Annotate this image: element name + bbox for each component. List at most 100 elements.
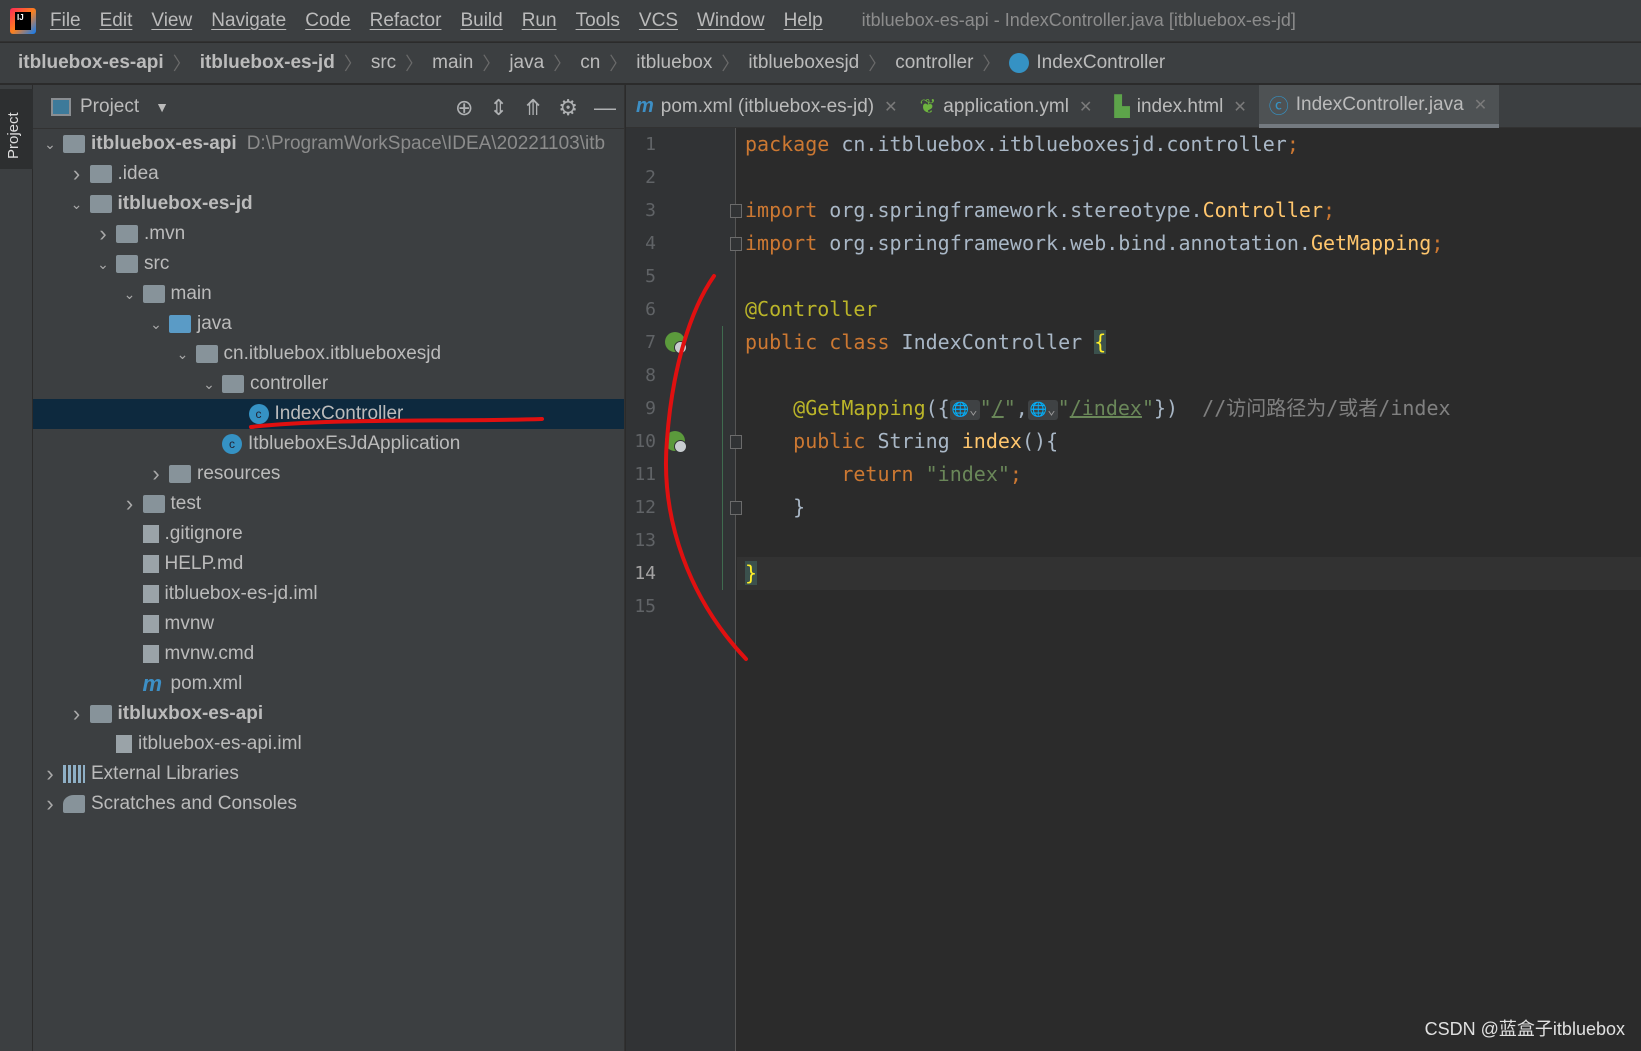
- tree-item[interactable]: ⌄ cn.itbluebox.itblueboxesjd: [33, 339, 624, 369]
- watermark: CSDN @蓝盒子itbluebox: [1424, 1019, 1625, 1039]
- tree-item[interactable]: ⌄ itbluebox-es-jd: [33, 189, 624, 219]
- code-line: public String index(){: [745, 425, 1058, 458]
- breadcrumb-item[interactable]: java: [509, 52, 544, 74]
- menu-build[interactable]: Build: [460, 10, 502, 32]
- line-number: 13: [634, 530, 656, 551]
- close-icon[interactable]: ✕: [884, 97, 897, 117]
- chevron-right-icon[interactable]: ›: [64, 701, 90, 727]
- intellij-logo: IJ: [10, 7, 36, 34]
- menu-view[interactable]: View: [151, 10, 192, 32]
- locate-icon[interactable]: ⊕: [455, 95, 473, 121]
- breadcrumb-item[interactable]: itbluebox: [636, 52, 712, 74]
- project-view-selector[interactable]: Project: [80, 96, 139, 118]
- tree-item[interactable]: ⌄ controller: [33, 369, 624, 399]
- chevron-down-icon[interactable]: ⌄: [37, 136, 63, 153]
- fold-marker-icon[interactable]: [730, 204, 742, 218]
- tree-item[interactable]: .gitignore: [33, 519, 624, 549]
- tree-item[interactable]: › .idea: [33, 159, 624, 189]
- fold-marker-icon[interactable]: [730, 435, 742, 449]
- tab-application-yml[interactable]: ❦ application.yml ✕: [910, 85, 1105, 128]
- code-line: import org.springframework.web.bind.anno…: [745, 227, 1443, 260]
- tree-item[interactable]: itbluebox-es-api.iml: [33, 729, 624, 759]
- project-panel-header: Project ▼ ⊕ ⇕ ⤊ ⚙ —: [33, 85, 624, 129]
- breadcrumb-item[interactable]: cn: [580, 52, 600, 74]
- menu-tools[interactable]: Tools: [576, 10, 620, 32]
- collapse-all-icon[interactable]: ⤊: [524, 95, 542, 121]
- breadcrumb-item[interactable]: controller: [895, 52, 973, 74]
- tab-indexcontroller-java[interactable]: ⓒ IndexController.java ✕: [1258, 85, 1500, 128]
- menu-refactor[interactable]: Refactor: [370, 10, 442, 32]
- spring-bean-icon[interactable]: [665, 332, 687, 354]
- breadcrumb-item[interactable]: itblueboxesjd: [748, 52, 859, 74]
- tree-item[interactable]: mvnw.cmd: [33, 639, 624, 669]
- breadcrumb-item[interactable]: main: [432, 52, 473, 74]
- tree-item[interactable]: ⌄ java: [33, 309, 624, 339]
- tree-item-label: controller: [250, 373, 329, 394]
- globe-endpoint-icon[interactable]: 🌐⌄: [1027, 399, 1058, 420]
- tree-item[interactable]: › Scratches and Consoles: [33, 789, 624, 819]
- url-link[interactable]: /index: [1070, 396, 1142, 420]
- tree-item[interactable]: c IndexController: [33, 399, 624, 429]
- tree-item[interactable]: HELP.md: [33, 549, 624, 579]
- chevron-right-icon[interactable]: ›: [64, 161, 90, 187]
- tree-item[interactable]: › .mvn: [33, 219, 624, 249]
- close-icon[interactable]: ✕: [1233, 97, 1246, 117]
- chevron-right-icon[interactable]: ›: [37, 761, 63, 787]
- chevron-down-icon[interactable]: ⌄: [117, 286, 143, 303]
- menu-run[interactable]: Run: [522, 10, 557, 32]
- tree-item[interactable]: m pom.xml: [33, 669, 624, 699]
- chevron-right-icon[interactable]: ›: [37, 791, 63, 817]
- tab-pom-xml[interactable]: m pom.xml (itbluebox-es-jd) ✕: [626, 85, 910, 128]
- tree-item[interactable]: › itbluxbox-es-api: [33, 699, 624, 729]
- chevron-right-icon[interactable]: ›: [117, 491, 143, 517]
- line-number: 2: [645, 167, 656, 188]
- tree-item[interactable]: c ItblueboxEsJdApplication: [33, 429, 624, 459]
- module-icon: [89, 705, 112, 723]
- tree-item[interactable]: › test: [33, 489, 624, 519]
- tree-item[interactable]: ⌄ itbluebox-es-api D:\ProgramWorkSpace\IDE…: [33, 129, 624, 159]
- tree-item[interactable]: ⌄ main: [33, 279, 624, 309]
- breadcrumb-item[interactable]: itbluebox-es-jd: [200, 52, 335, 74]
- tree-item[interactable]: mvnw: [33, 609, 624, 639]
- tab-index-html[interactable]: ▙ index.html ✕: [1104, 85, 1258, 128]
- breadcrumb-item[interactable]: src: [371, 52, 396, 74]
- menu-code[interactable]: Code: [305, 10, 350, 32]
- chevron-down-icon[interactable]: ⌄: [64, 196, 90, 213]
- menu-vcs[interactable]: VCS: [639, 10, 678, 32]
- gear-icon[interactable]: ⚙: [558, 95, 578, 121]
- script-icon: [142, 615, 159, 633]
- url-link[interactable]: /: [992, 396, 1004, 420]
- code-line: package cn.itbluebox.itblueboxesjd.contr…: [745, 128, 1299, 161]
- chevron-right-icon[interactable]: ›: [90, 221, 116, 247]
- menu-file[interactable]: File: [50, 10, 81, 32]
- chevron-down-icon[interactable]: ⌄: [90, 256, 116, 273]
- hide-icon[interactable]: —: [594, 95, 616, 121]
- fold-marker-icon[interactable]: [730, 237, 742, 251]
- breadcrumb-item[interactable]: itbluebox-es-api: [18, 52, 164, 74]
- tree-item-label: src: [144, 253, 170, 274]
- tree-item[interactable]: itbluebox-es-jd.iml: [33, 579, 624, 609]
- line-number: 8: [645, 365, 656, 386]
- menu-navigate[interactable]: Navigate: [211, 10, 286, 32]
- chevron-right-icon[interactable]: ›: [143, 461, 169, 487]
- tree-item[interactable]: › External Libraries: [33, 759, 624, 789]
- spring-request-mapping-icon[interactable]: [665, 431, 687, 453]
- menu-edit[interactable]: Edit: [100, 10, 133, 32]
- close-icon[interactable]: ✕: [1474, 95, 1487, 115]
- file-icon: [142, 585, 159, 603]
- fold-marker-icon[interactable]: [730, 501, 742, 515]
- expand-all-icon[interactable]: ⇕: [489, 95, 507, 121]
- globe-endpoint-icon[interactable]: 🌐⌄: [949, 399, 980, 420]
- tree-item[interactable]: › resources: [33, 459, 624, 489]
- tree-item[interactable]: ⌄ src: [33, 249, 624, 279]
- project-tool-tab[interactable]: Project: [0, 89, 33, 169]
- chevron-down-icon[interactable]: ▼: [155, 99, 169, 115]
- menu-help[interactable]: Help: [784, 10, 823, 32]
- chevron-down-icon[interactable]: ⌄: [170, 346, 196, 363]
- chevron-down-icon[interactable]: ⌄: [143, 316, 169, 333]
- menu-window[interactable]: Window: [697, 10, 765, 32]
- close-icon[interactable]: ✕: [1079, 97, 1092, 117]
- breadcrumb-separator-icon: 〉: [609, 54, 628, 74]
- breadcrumb-item[interactable]: IndexController: [1036, 52, 1165, 74]
- chevron-down-icon[interactable]: ⌄: [196, 376, 222, 393]
